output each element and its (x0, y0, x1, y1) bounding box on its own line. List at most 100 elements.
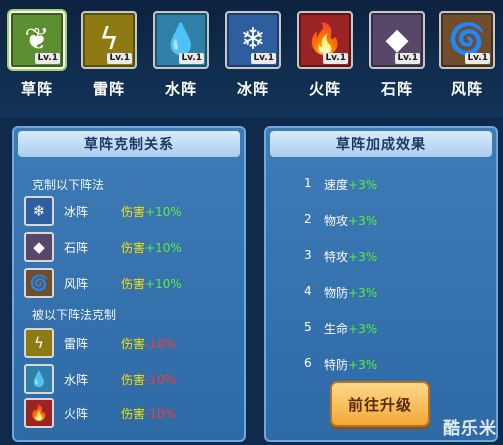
fire-icon: 🔥 (24, 398, 54, 428)
tab-icon-box: 💧 Lv.1 (153, 11, 209, 69)
bonus-row: 5 生命+3% (266, 320, 496, 340)
tornado-icon: 🌀 (448, 22, 486, 57)
countered-row: 🔥 火阵 伤害-10% (14, 398, 244, 432)
snowflake-icon: ❄ (24, 196, 54, 226)
bonus-row: 2 物攻+3% (266, 212, 496, 232)
effect-value: -10% (145, 407, 177, 421)
water-drop-icon: 💧 (24, 364, 54, 394)
tab-icon-box: 🔥 Lv.1 (297, 11, 353, 69)
panel-title: 草阵克制关系 (18, 131, 240, 157)
tab-icon-box: ϟ Lv.1 (81, 11, 137, 69)
bonus-index: 5 (304, 320, 312, 334)
effect-value: -10% (145, 337, 177, 351)
tab-icon-box: ❄ Lv.1 (225, 11, 281, 69)
effect-label: 伤害 (121, 241, 146, 255)
level-badge: Lv.1 (107, 53, 132, 64)
bonus-index: 3 (304, 248, 312, 262)
stat-value: +3% (348, 358, 378, 372)
level-badge: Lv.1 (395, 53, 420, 64)
bonus-stat: 物防+3% (324, 284, 377, 301)
tab-wind-formation[interactable]: 🌀 Lv.1 风阵 (436, 11, 498, 111)
tab-label: 风阵 (450, 80, 483, 98)
counter-row: ❄ 冰阵 伤害+10% (14, 196, 244, 230)
bonus-stat: 特攻+3% (324, 248, 377, 265)
bonus-stat: 特防+3% (324, 356, 377, 373)
tab-stone-formation[interactable]: ◆ Lv.1 石阵 (366, 11, 428, 111)
bonus-row: 3 特攻+3% (266, 248, 496, 268)
tab-label: 冰阵 (236, 80, 269, 98)
bonus-index: 2 (304, 212, 312, 226)
formation-name: 石阵 (64, 241, 89, 255)
effect-value: -10% (145, 373, 177, 387)
stat-name: 特攻 (324, 250, 349, 264)
tab-icon-box: ◆ Lv.1 (369, 11, 425, 69)
formation-name: 雷阵 (64, 337, 89, 351)
tab-thunder-formation[interactable]: ϟ Lv.1 雷阵 (78, 11, 140, 111)
tab-icon-box: 🌀 Lv.1 (439, 11, 495, 69)
damage-effect: 伤害+10% (121, 239, 182, 256)
effect-value: +10% (145, 241, 182, 255)
rock-icon: ◆ (24, 232, 54, 262)
countered-row: ϟ 雷阵 伤害-10% (14, 328, 244, 362)
stat-name: 物攻 (324, 214, 349, 228)
stat-value: +3% (348, 286, 378, 300)
effect-value: +10% (145, 205, 182, 219)
bonus-index: 6 (304, 356, 312, 370)
watermark-logo: 酷乐米 (443, 419, 497, 439)
tab-label: 火阵 (308, 80, 341, 98)
panel-title: 草阵加成效果 (270, 131, 492, 157)
go-upgrade-button[interactable]: 前往升级 (330, 381, 430, 427)
lightning-icon: ϟ (99, 22, 119, 57)
tab-icon-box: ❦ Lv.1 (9, 11, 65, 69)
bonus-row: 6 特防+3% (266, 356, 496, 376)
formation-tab-bar: ❦ Lv.1 草阵 ϟ Lv.1 雷阵 💧 Lv.1 水阵 ❄ Lv.1 冰阵 … (0, 0, 503, 118)
bonus-row: 1 速度+3% (266, 176, 496, 196)
level-badge: Lv.1 (179, 53, 204, 64)
damage-effect: 伤害-10% (121, 371, 176, 388)
damage-effect: 伤害+10% (121, 203, 182, 220)
damage-effect: 伤害-10% (121, 405, 176, 422)
stat-value: +3% (348, 322, 378, 336)
countered-section-title: 被以下阵法克制 (32, 308, 117, 322)
counter-row: ◆ 石阵 伤害+10% (14, 232, 244, 266)
tab-label: 草阵 (20, 80, 53, 98)
stat-value: +3% (348, 250, 378, 264)
formation-name: 水阵 (64, 373, 89, 387)
stat-value: +3% (348, 178, 378, 192)
damage-effect: 伤害-10% (121, 335, 176, 352)
formation-name: 冰阵 (64, 205, 89, 219)
bonus-stat: 生命+3% (324, 320, 377, 337)
fire-icon: 🔥 (306, 22, 344, 57)
water-drop-icon: 💧 (162, 22, 200, 57)
tab-grass-formation[interactable]: ❦ Lv.1 草阵 (6, 11, 68, 111)
tab-label: 水阵 (164, 80, 197, 98)
tab-fire-formation[interactable]: 🔥 Lv.1 火阵 (294, 11, 356, 111)
tornado-icon: 🌀 (24, 268, 54, 298)
tab-label: 雷阵 (92, 80, 125, 98)
tab-water-formation[interactable]: 💧 Lv.1 水阵 (150, 11, 212, 111)
level-badge: Lv.1 (35, 53, 60, 64)
formation-name: 风阵 (64, 277, 89, 291)
effect-label: 伤害 (121, 205, 146, 219)
leaf-icon: ❦ (24, 22, 50, 57)
rock-icon: ◆ (385, 22, 409, 57)
effect-value: +10% (145, 277, 182, 291)
bonus-index: 1 (304, 176, 312, 190)
level-badge: Lv.1 (251, 53, 276, 64)
bonus-row: 4 物防+3% (266, 284, 496, 304)
level-badge: Lv.1 (465, 53, 490, 64)
level-badge: Lv.1 (323, 53, 348, 64)
counters-section-title: 克制以下阵法 (32, 178, 105, 192)
stat-value: +3% (348, 214, 378, 228)
counter-row: 🌀 风阵 伤害+10% (14, 268, 244, 302)
stat-name: 特防 (324, 358, 349, 372)
tab-ice-formation[interactable]: ❄ Lv.1 冰阵 (222, 11, 284, 111)
effect-label: 伤害 (121, 373, 146, 387)
stat-name: 速度 (324, 178, 349, 192)
countered-row: 💧 水阵 伤害-10% (14, 364, 244, 398)
stat-name: 物防 (324, 286, 349, 300)
counter-relations-panel: 草阵克制关系 克制以下阵法 ❄ 冰阵 伤害+10% ◆ 石阵 伤害+10% 🌀 … (12, 126, 246, 442)
snowflake-icon: ❄ (240, 22, 266, 57)
bonus-index: 4 (304, 284, 312, 298)
effect-label: 伤害 (121, 277, 146, 291)
